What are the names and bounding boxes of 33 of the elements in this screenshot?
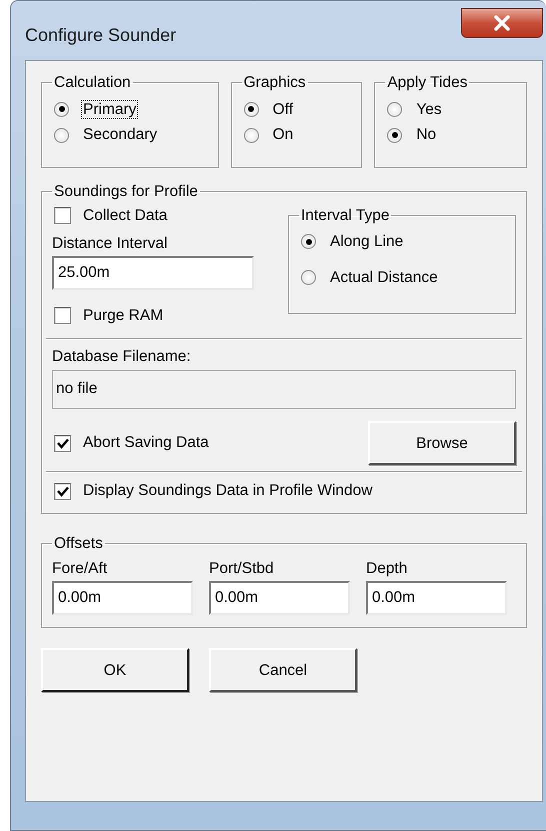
radio-option[interactable]: Off [242,98,297,120]
field-label: Database Filename: [52,348,192,366]
close-button[interactable] [461,8,543,38]
checkbox-option[interactable]: Abort Saving Data [52,433,211,454]
close-icon [493,15,511,31]
offset-field[interactable]: 0.00m [366,581,507,616]
radio-option[interactable]: On [242,124,298,146]
browse-button[interactable]: Browse [368,421,516,466]
checkbox-option[interactable]: Purge RAM [52,306,254,326]
field-label: Fore/Aft [52,560,108,578]
radio-option[interactable]: Actual Distance [299,266,442,289]
radio-option[interactable]: Along Line [299,231,408,253]
ok-button[interactable]: OK [41,648,189,692]
offset-field[interactable]: 0.00m [52,581,193,616]
field-label: Distance Interval [52,235,168,254]
cancel-button[interactable]: Cancel [209,648,357,692]
offset-field[interactable]: 0.00m [209,581,350,616]
radio-option[interactable]: No [385,124,440,146]
radio-option[interactable]: Secondary [52,124,162,146]
field-label: Depth [366,560,408,578]
group-label: Soundings for Profile [53,184,199,200]
filename-field: no file [52,370,516,410]
group-label: Offsets [53,536,104,552]
group-label: Apply Tides [386,75,468,90]
window-title: Configure Sounder [25,24,176,47]
field-label: Port/Stbd [209,560,275,578]
radio-option[interactable]: Yes [385,98,446,120]
distance-field[interactable]: 25.00m [52,256,254,290]
checkbox-option[interactable]: Collect Data [52,206,254,226]
group-label: Graphics [242,75,307,90]
checkbox-option[interactable]: Display Soundings Data in Profile Window [52,481,374,502]
group-label: Calculation [53,75,132,90]
group-label: Interval Type [300,208,390,223]
